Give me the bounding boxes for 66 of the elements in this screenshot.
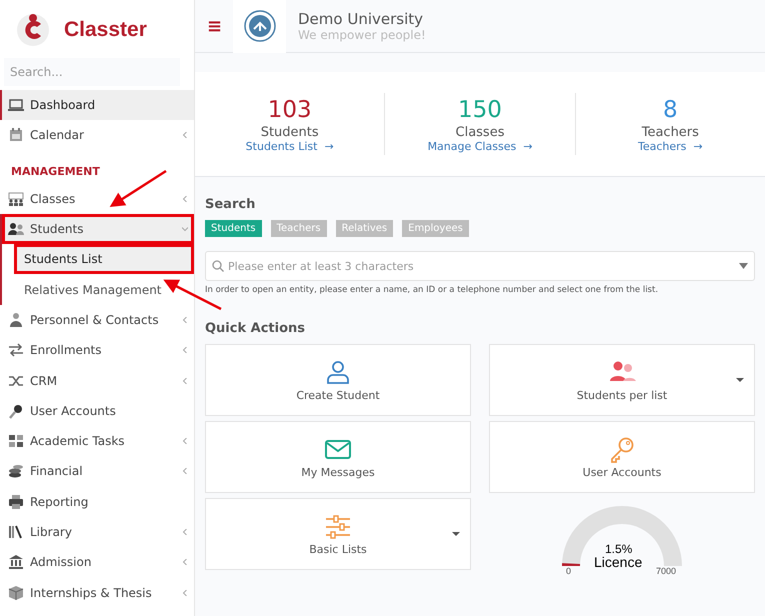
quick-action-card[interactable]: My Messages xyxy=(205,421,471,493)
sidebar-item[interactable]: Admission xyxy=(0,547,194,578)
sidebar-item[interactable]: Classes xyxy=(0,184,194,214)
university-name: Demo University xyxy=(298,10,424,28)
menu-item-icon xyxy=(8,221,24,238)
stat-link[interactable]: Manage Classes → xyxy=(428,140,532,153)
annotation-arrow xyxy=(110,170,167,208)
sidebar-item[interactable]: Internships & Thesis xyxy=(0,577,194,608)
quick-action-card[interactable]: Basic Lists xyxy=(205,498,471,570)
stat-label: Classes xyxy=(456,125,504,140)
menu-item-icon xyxy=(8,584,24,601)
quick-action-card[interactable]: Create Student xyxy=(205,344,471,416)
stat-link[interactable]: Students List → xyxy=(246,140,334,153)
menu-item-icon xyxy=(8,433,24,450)
action-icon xyxy=(324,512,352,540)
quick-action-card[interactable]: Students per list xyxy=(489,344,755,416)
sidebar-item[interactable]: Enrollments xyxy=(0,335,194,366)
brand-name: Classter xyxy=(64,18,147,42)
menu-item-icon xyxy=(8,494,24,510)
stat-label: Students xyxy=(260,125,319,140)
sidebar-item[interactable]: CRM xyxy=(0,365,194,396)
action-icon xyxy=(608,436,636,464)
menu-item-icon xyxy=(8,463,24,480)
submenu-item[interactable]: Relatives Management xyxy=(14,274,194,305)
gauge-min: 0 xyxy=(566,566,572,576)
submenu-item[interactable]: Students List xyxy=(14,244,194,274)
menu-item-icon xyxy=(8,190,24,207)
section-title: Search xyxy=(205,197,256,212)
sidebar-item[interactable]: Personnel & Contacts xyxy=(0,304,194,336)
stat-value: 150 xyxy=(458,96,502,125)
sidebar-item[interactable]: Financial xyxy=(0,456,194,487)
menu-item-icon xyxy=(8,127,24,144)
logo-icon xyxy=(16,12,50,46)
caret-icon[interactable] xyxy=(452,532,460,536)
menu-icon[interactable]: ≡ xyxy=(207,16,221,36)
help-text: In order to open an entity, please enter a name, an ID or a telephone number and select one from the list. xyxy=(205,285,660,295)
action-icon xyxy=(324,358,352,386)
sidebar-item[interactable]: User Accounts xyxy=(0,396,194,426)
stat-value: 103 xyxy=(268,96,312,125)
gauge-label: Licence xyxy=(594,554,642,570)
menu-item-icon xyxy=(8,342,24,358)
section-title: Quick Actions xyxy=(205,321,306,336)
sidebar-item[interactable]: Library xyxy=(0,516,194,548)
sidebar-item[interactable]: Dashboard xyxy=(0,90,194,120)
search-field[interactable]: Search... xyxy=(4,58,180,86)
caret-icon[interactable] xyxy=(736,378,744,382)
stat-link[interactable]: Teachers → xyxy=(638,140,703,153)
university-seal-icon xyxy=(244,10,276,42)
stat-label: Teachers xyxy=(642,125,699,140)
gauge-percent: 1.5% xyxy=(605,542,632,556)
gauge-max: 7000 xyxy=(656,566,676,576)
menu-item-icon xyxy=(8,312,24,328)
search-icon xyxy=(212,260,224,272)
section-heading: MANAGEMENT xyxy=(10,164,101,180)
sidebar-item[interactable]: Calendar xyxy=(0,120,194,151)
menu-item-icon xyxy=(8,554,24,570)
tagline: We empower people! xyxy=(298,28,426,42)
stat-value: 8 xyxy=(663,96,678,125)
menu-item-icon xyxy=(8,524,24,540)
sidebar-item[interactable]: Academic Tasks xyxy=(0,426,194,456)
sidebar-item[interactable]: Students xyxy=(2,214,194,244)
menu-item-icon xyxy=(8,402,24,419)
sidebar-item[interactable]: Reporting xyxy=(0,486,194,517)
menu-item-icon xyxy=(8,97,24,114)
dropdown-caret-icon xyxy=(739,263,748,269)
quick-action-card[interactable]: User Accounts xyxy=(489,421,755,493)
